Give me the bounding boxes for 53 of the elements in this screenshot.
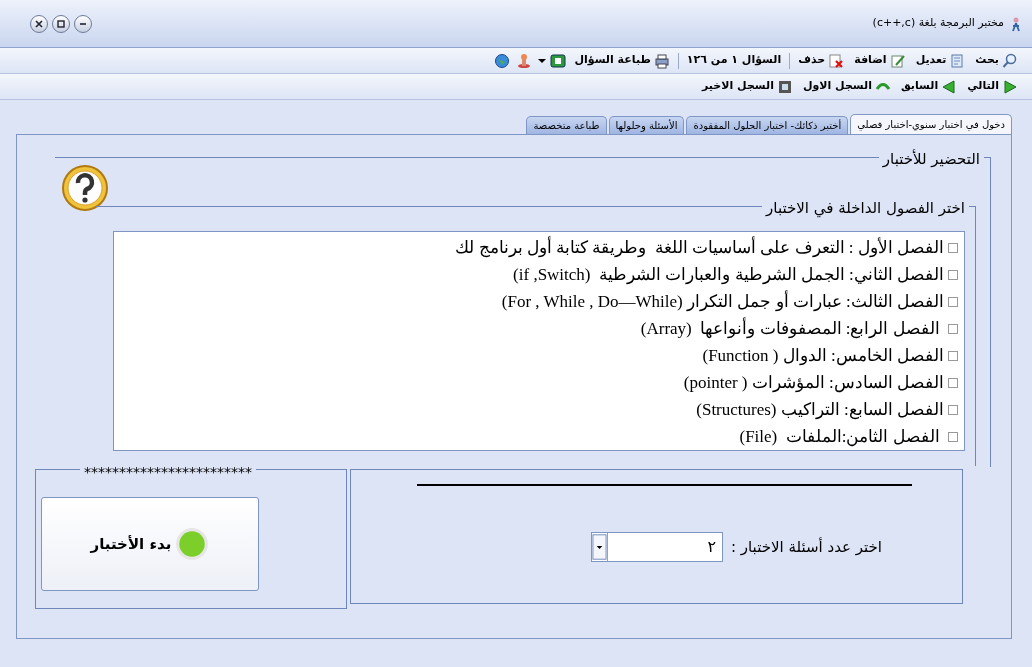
globe-icon[interactable]	[494, 52, 511, 69]
caret-icon	[538, 58, 547, 63]
checkbox[interactable]	[948, 404, 958, 415]
toolbar-button[interactable]: حذف	[796, 52, 847, 69]
chapter-label: الفصل السابع: التراكيب (Structures)	[696, 398, 944, 422]
maximize-button[interactable]	[52, 14, 70, 33]
chapter-label: الفصل الثامن:الملفات (File)	[739, 425, 941, 449]
toolbar-button[interactable]: بحث	[973, 52, 1020, 69]
toolbar-button[interactable]: تعديل	[913, 52, 968, 69]
chapter-label: الفصل السادس: المؤشرات ( pointer)	[683, 371, 944, 395]
toolbar-button[interactable]: اضافة	[852, 52, 908, 69]
tab[interactable]: أختبر ذكائك- اختبار الحلول المفقودة	[686, 116, 849, 134]
checkbox[interactable]	[948, 350, 958, 361]
printer-icon	[653, 52, 670, 69]
dropdown-arrow-icon	[592, 533, 608, 561]
maximize-icon	[57, 19, 65, 28]
chapter-label: الفصل الثاني: الجمل الشرطية والعبارات الشرطية (if ,Switch)	[513, 263, 944, 287]
toolbar-button[interactable]: السجل الاخير	[700, 78, 795, 95]
tab[interactable]: دخول في اختبار سنوي-اختبار فصلي	[850, 114, 1012, 134]
stamp-icon[interactable]	[516, 52, 533, 69]
close-icon	[35, 19, 43, 28]
question-count-label: اختر عدد أسئلة الاختبار :	[731, 536, 882, 558]
minimize-button[interactable]	[74, 14, 92, 33]
start-button[interactable]: بدء الأختبار	[41, 497, 259, 591]
record-counter: السؤال ١ من ١٢٦	[685, 52, 783, 69]
tab[interactable]: الأسئلة وحلولها	[608, 116, 685, 134]
checkbox[interactable]	[948, 296, 958, 307]
checkbox[interactable]	[948, 269, 958, 280]
document-icon	[949, 52, 966, 69]
tab[interactable]: طباعة متخصصة	[526, 116, 607, 134]
checkbox[interactable]	[948, 242, 958, 253]
checkbox[interactable]	[948, 323, 958, 334]
play-icon	[1002, 78, 1018, 95]
pencil-document-icon	[889, 52, 906, 69]
window-title: مختبر البرمجة بلغة (c++,c)	[872, 15, 1004, 32]
chapter-label: الفصل الأول : التعرف على أساسيات اللغة وطريقة كتابة أول برنامج لك	[455, 235, 944, 260]
circle-icon	[175, 527, 210, 561]
chapter-label: الفصل الرابع: المصفوفات وأنواعها (Array)	[640, 316, 941, 341]
play-icon	[941, 78, 958, 95]
help-icon	[59, 164, 111, 212]
close-button[interactable]	[30, 14, 48, 33]
toolbar-button[interactable]: السابق	[898, 78, 960, 95]
checkbox[interactable]	[948, 431, 958, 442]
question-count-combo[interactable]: ٢	[591, 532, 723, 562]
toolbar-button[interactable]: السجل الاول	[800, 78, 893, 95]
search-icon	[1002, 52, 1018, 69]
checkbox[interactable]	[948, 377, 958, 388]
chapter-label: الفصل الثالث: عبارات أو جمل التكرار (For , While , Do—While)	[501, 289, 944, 314]
toolbar-button[interactable]: التالي	[965, 78, 1020, 95]
delete-document-icon	[828, 52, 845, 69]
group-title: التحضير للأختبار	[878, 148, 984, 171]
toolbar-button[interactable]: طباعة السؤال	[572, 52, 672, 69]
chapter-label: الفصل الخامس: الدوال ( Function)	[702, 344, 944, 368]
